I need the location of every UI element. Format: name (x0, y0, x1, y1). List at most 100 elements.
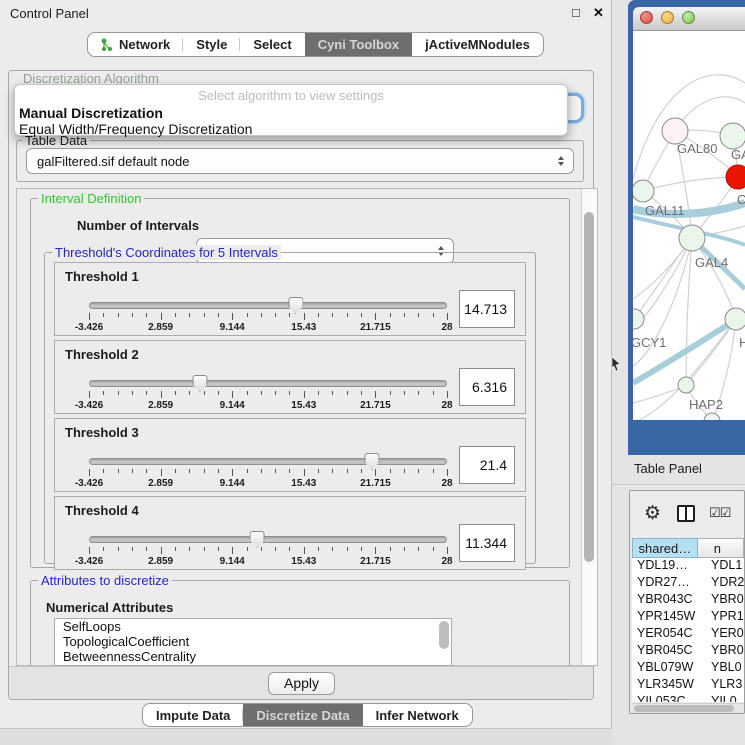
dropdown-option[interactable]: Manual Discretization (15, 105, 567, 121)
gear-icon[interactable]: ⚙ (644, 502, 661, 525)
tab-label: Infer Network (376, 708, 459, 723)
control-panel-titlebar: Control Panel □ ✕ (0, 0, 612, 26)
table-data-value: galFiltered.sif default node (37, 154, 189, 169)
float-window-icon[interactable]: □ (572, 5, 580, 20)
cell-name: YIL0 (706, 694, 744, 702)
algorithm-dropdown-popup: Select algorithm to view settings Manual… (14, 84, 568, 136)
slider-thumb[interactable] (288, 297, 303, 314)
threshold-slider[interactable]: -3.4262.8599.14415.4321.71528 (89, 533, 447, 563)
table-row[interactable]: YDL19…YDL1 (632, 558, 744, 575)
threshold-slider[interactable]: -3.4262.8599.14415.4321.71528 (89, 299, 447, 329)
cell-name: YDR2 (706, 575, 744, 592)
attributes-group-label: Attributes to discretize (38, 573, 172, 588)
table-row[interactable]: YDR27…YDR2 (632, 575, 744, 592)
table-row[interactable]: YBR043CYBR0 (632, 592, 744, 609)
threshold-value-field[interactable]: 21.4 (459, 446, 515, 484)
tab-network[interactable]: Network (88, 33, 183, 56)
window-title: Control Panel (10, 6, 89, 21)
tab-label: Cyni Toolbox (318, 37, 399, 52)
cell-name: YDL1 (706, 558, 744, 575)
attribute-item[interactable]: TopologicalCoefficient (55, 634, 451, 649)
tab-cyni-toolbox[interactable]: Cyni Toolbox (305, 33, 412, 56)
threshold-value-field[interactable]: 6.316 (459, 368, 515, 406)
zoom-traffic-light[interactable] (682, 11, 695, 24)
node-label: H (739, 335, 745, 350)
dropdown-option[interactable]: Equal Width/Frequency Discretization (15, 121, 567, 137)
horizontal-scrollbar-thumb[interactable] (634, 705, 734, 712)
network-canvas[interactable]: GAL80GACGAL11GAL4GCY1HHAP2 (633, 31, 745, 420)
threshold-value-field[interactable]: 11.344 (459, 524, 515, 562)
network-graph: GAL80GACGAL11GAL4GCY1HHAP2 (633, 31, 745, 420)
apply-button[interactable]: Apply (268, 672, 335, 695)
cell-name: YBL0 (706, 660, 744, 677)
cell-shared-name: YER054C (632, 626, 706, 643)
table-body[interactable]: YDL19…YDL1YDR27…YDR2YBR043CYBR0YPR145WYP… (632, 558, 744, 702)
window-bottom-strip (0, 728, 612, 745)
slider-thumb[interactable] (250, 531, 265, 548)
number-of-intervals-label: Number of Intervals (77, 218, 199, 233)
slider-ticks (89, 313, 447, 320)
column-header-name[interactable]: n (698, 538, 744, 558)
control-panel-tab-bar: Network Style Select Cyni Toolbox jActiv… (87, 32, 544, 57)
network-node[interactable] (633, 180, 654, 202)
select-columns-icon[interactable]: ☑☑ (709, 505, 730, 521)
table-row[interactable]: YIL053CYIL0 (632, 694, 744, 702)
slider-thumb[interactable] (192, 375, 207, 392)
list-scrollbar-thumb[interactable] (439, 621, 449, 649)
node-label: GAL11 (645, 203, 685, 218)
dropdown-options: Manual DiscretizationEqual Width/Frequen… (15, 105, 567, 137)
threshold-label: Threshold 1 (65, 269, 139, 284)
threshold-slider[interactable]: -3.4262.8599.14415.4321.71528 (89, 455, 447, 485)
tab-infer-network[interactable]: Infer Network (363, 704, 472, 726)
cell-shared-name: YBL079W (632, 660, 706, 677)
node-label: C (737, 192, 745, 207)
table-row[interactable]: YPR145WYPR1 (632, 609, 744, 626)
network-node[interactable] (678, 377, 694, 393)
close-traffic-light[interactable] (640, 11, 653, 24)
slider-track[interactable] (89, 380, 447, 387)
attribute-item[interactable]: BetweennessCentrality (55, 649, 451, 664)
slider-track[interactable] (89, 458, 447, 465)
tab-label: Network (119, 37, 170, 52)
slider-track[interactable] (89, 302, 447, 309)
cell-name: YBR0 (706, 592, 744, 609)
network-node[interactable] (725, 308, 745, 330)
attribute-item[interactable]: SelfLoops (55, 619, 451, 634)
cell-shared-name: YBR043C (632, 592, 706, 609)
network-node[interactable] (633, 309, 644, 329)
network-node[interactable] (720, 123, 745, 149)
threshold-label: Threshold 4 (65, 503, 139, 518)
minimize-traffic-light[interactable] (661, 11, 674, 24)
table-data-combobox[interactable]: galFiltered.sif default node (26, 148, 574, 174)
vertical-scrollbar-thumb[interactable] (584, 212, 594, 562)
threshold-slider[interactable]: -3.4262.8599.14415.4321.71528 (89, 377, 447, 407)
table-row[interactable]: YLR345WYLR3 (632, 677, 744, 694)
column-header-shared-name[interactable]: shared… (632, 538, 698, 558)
table-row[interactable]: YER054CYER0 (632, 626, 744, 643)
node-label: GAL4 (695, 255, 728, 270)
slider-track[interactable] (89, 536, 447, 543)
thresholds-group-label: Threshold's Coordinates for 5 Intervals (52, 245, 281, 260)
tab-select[interactable]: Select (240, 33, 304, 56)
numerical-attributes-list[interactable]: SelfLoopsTopologicalCoefficientBetweenne… (54, 618, 452, 666)
node-label: GAL80 (677, 141, 717, 156)
slider-tick-labels: -3.4262.8599.14415.4321.71528 (89, 478, 447, 489)
slider-thumb[interactable] (364, 453, 379, 470)
cell-shared-name: YPR145W (632, 609, 706, 626)
tab-impute-data[interactable]: Impute Data (143, 704, 243, 726)
tab-jactivemnodules[interactable]: jActiveMNodules (412, 33, 543, 56)
table-row[interactable]: YBR045CYBR0 (632, 643, 744, 660)
columns-icon[interactable] (677, 505, 695, 522)
cell-shared-name: YIL053C (632, 694, 706, 702)
close-window-icon[interactable]: ✕ (593, 5, 604, 21)
threshold-value-field[interactable]: 14.713 (459, 290, 515, 328)
table-row[interactable]: YBL079WYBL0 (632, 660, 744, 677)
tab-style[interactable]: Style (183, 33, 240, 56)
network-node[interactable] (726, 165, 745, 189)
network-node[interactable] (679, 225, 705, 251)
dropdown-placeholder: Select algorithm to view settings (15, 87, 567, 105)
tab-discretize-data[interactable]: Discretize Data (243, 704, 362, 726)
cell-shared-name: YDL19… (632, 558, 706, 575)
tab-label: Discretize Data (256, 708, 349, 723)
slider-tick-labels: -3.4262.8599.14415.4321.71528 (89, 400, 447, 411)
